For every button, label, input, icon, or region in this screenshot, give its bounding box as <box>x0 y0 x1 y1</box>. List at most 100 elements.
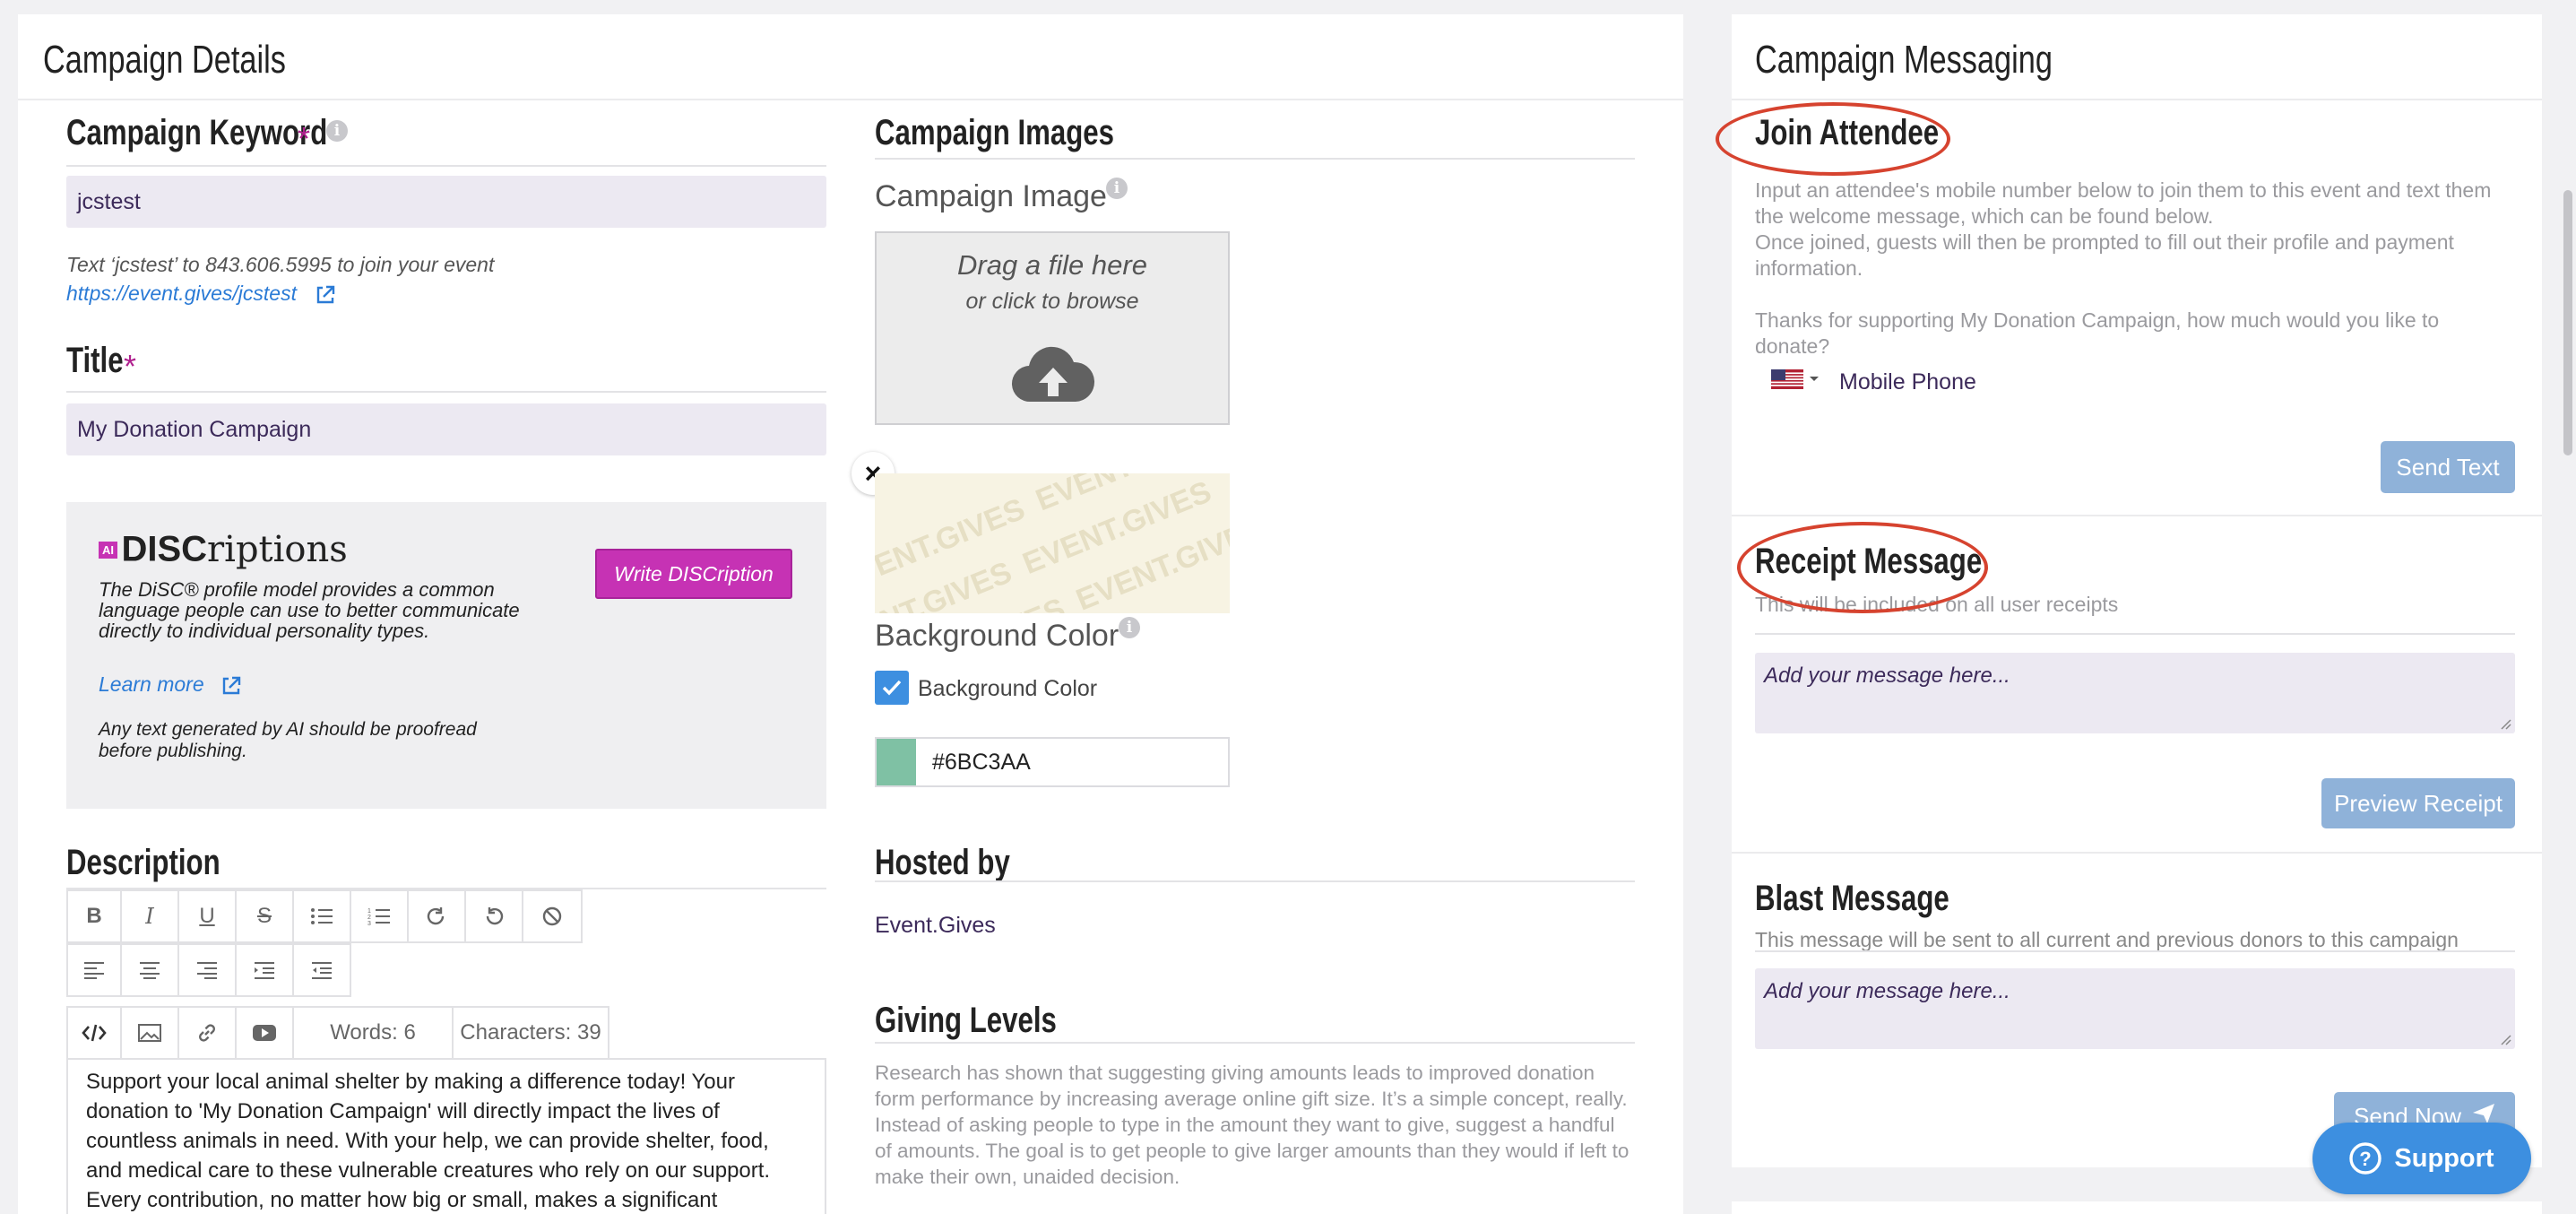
italic-button[interactable]: I <box>120 889 179 943</box>
insert-video-button[interactable] <box>235 1006 294 1060</box>
mobile-phone-input[interactable]: Mobile Phone <box>1839 369 1976 395</box>
align-left-button[interactable] <box>66 943 122 997</box>
background-color-checkbox[interactable] <box>875 671 909 705</box>
panel-title: Campaign Details <box>43 38 286 82</box>
divider <box>875 880 1635 882</box>
scrollbar-track[interactable] <box>2560 0 2576 1214</box>
insert-link-button[interactable] <box>177 1006 237 1060</box>
write-discription-button[interactable]: Write DISCription <box>595 549 792 599</box>
campaign-url[interactable]: https://event.gives/jcstest <box>66 282 297 305</box>
undo-icon <box>486 907 504 925</box>
country-code-selector[interactable] <box>1771 369 1820 389</box>
check-icon <box>882 680 902 696</box>
align-right-button[interactable] <box>177 943 237 997</box>
hosted-by-value[interactable]: Event.Gives <box>875 913 996 939</box>
discriptions-description: The DiSC® profile model provides a commo… <box>99 578 520 642</box>
giving-levels-label: Giving Levels <box>875 1001 1057 1040</box>
keyword-label-row: Campaign Keyword <box>66 113 401 153</box>
blast-label-row: Blast Message <box>1755 879 2004 919</box>
keyword-input[interactable]: jcstest <box>66 176 826 228</box>
description-editor[interactable]: Support your local animal shelter by mak… <box>66 1058 826 1214</box>
svg-text:2: 2 <box>367 915 371 921</box>
preview-receipt-button[interactable]: Preview Receipt <box>2321 778 2515 828</box>
required-mark: * <box>124 348 137 385</box>
clear-format-button[interactable] <box>522 889 583 943</box>
svg-text:3: 3 <box>367 921 371 926</box>
campaign-url-link[interactable]: https://event.gives/jcstest <box>66 282 336 306</box>
join-attendee-instructions: Input an attendee's mobile number below … <box>1755 178 2517 360</box>
panel-title: Campaign Messaging <box>1755 38 2053 82</box>
outdent-button[interactable] <box>292 943 351 997</box>
indent-button[interactable] <box>235 943 294 997</box>
redo-button[interactable] <box>407 889 466 943</box>
bullet-list-icon <box>311 908 333 924</box>
divider <box>1755 633 2515 635</box>
divider <box>1732 852 2542 854</box>
divider <box>66 391 826 393</box>
blast-message-label: Blast Message <box>1755 879 1949 918</box>
campaign-details-header: Campaign Details <box>18 14 1683 100</box>
learn-more-label[interactable]: Learn more <box>99 672 204 696</box>
align-center-icon <box>140 962 160 979</box>
cloud-upload-icon <box>1011 346 1095 403</box>
underline-button[interactable]: U <box>177 889 237 943</box>
info-icon[interactable]: i <box>1106 178 1128 199</box>
svg-text:?: ? <box>2360 1148 2372 1170</box>
color-hex-input[interactable]: #6BC3AA <box>932 750 1031 776</box>
watermark-pattern: EVENT.GIVES EVENT.GIVES EVENT.GIVES EVEN… <box>875 473 1230 613</box>
outdent-icon <box>312 962 332 979</box>
strikethrough-button[interactable]: S <box>235 889 294 943</box>
numbered-list-button[interactable]: 123 <box>350 889 409 943</box>
undo-button[interactable] <box>464 889 523 943</box>
dropzone-subtitle: or click to browse <box>965 289 1139 314</box>
external-link-icon[interactable] <box>315 284 336 306</box>
color-picker[interactable]: #6BC3AA <box>875 737 1230 787</box>
resize-handle-icon[interactable] <box>2497 715 2511 730</box>
clear-format-icon <box>542 906 562 926</box>
description-body[interactable]: Support your local animal shelter by mak… <box>68 1060 825 1214</box>
receipt-placeholder[interactable]: Add your message here... <box>1764 663 2010 688</box>
description-label: Description <box>66 843 220 882</box>
campaign-images-label: Campaign Images <box>875 113 1115 152</box>
link-icon <box>199 1024 215 1042</box>
description-label-row: Description <box>66 843 264 883</box>
color-swatch[interactable] <box>877 739 916 785</box>
chevron-down-icon <box>1810 377 1819 381</box>
svg-text:1: 1 <box>367 908 371 915</box>
divider <box>1732 515 2542 516</box>
align-center-button[interactable] <box>120 943 179 997</box>
send-text-button[interactable]: Send Text <box>2381 441 2515 493</box>
logo-rest: riptions <box>207 529 348 570</box>
annotation-oval <box>1716 102 1950 176</box>
campaign-images-label-row: Campaign Images <box>875 113 1181 153</box>
keyword-label: Campaign Keyword <box>66 113 328 152</box>
external-link-icon[interactable] <box>220 675 242 697</box>
required-mark: * <box>298 120 311 157</box>
image-icon <box>138 1024 161 1042</box>
blast-placeholder[interactable]: Add your message here... <box>1764 979 2010 1003</box>
welcome-message: Thanks for supporting My Donation Campai… <box>1755 308 2440 358</box>
info-icon[interactable]: i <box>1119 617 1140 638</box>
send-icon <box>2472 1104 2494 1123</box>
instruction-line: Input an attendee's mobile number below … <box>1755 178 2492 228</box>
scrollbar-thumb[interactable] <box>2563 190 2572 455</box>
instruction-line: Once joined, guests will then be prompte… <box>1755 230 2454 280</box>
bold-button[interactable]: B <box>66 889 122 943</box>
character-count: Characters: 39 <box>452 1006 609 1060</box>
support-button[interactable]: ? Support <box>2312 1123 2531 1194</box>
bullet-list-button[interactable] <box>292 889 351 943</box>
receipt-message-input[interactable]: Add your message here... <box>1755 653 2515 733</box>
help-icon: ? <box>2349 1142 2382 1175</box>
hosted-by-label-row: Hosted by <box>875 843 1048 883</box>
image-dropzone[interactable]: Drag a file here or click to browse <box>875 231 1230 425</box>
learn-more-link[interactable]: Learn more <box>99 672 242 697</box>
blast-message-input[interactable]: Add your message here... <box>1755 968 2515 1049</box>
info-icon[interactable]: i <box>326 120 348 142</box>
background-color-checkbox-label[interactable]: Background Color <box>918 676 1097 702</box>
insert-image-button[interactable] <box>120 1006 179 1060</box>
background-color-label: Background Color <box>875 619 1119 653</box>
support-label[interactable]: Support <box>2394 1144 2494 1174</box>
code-view-button[interactable] <box>66 1006 122 1058</box>
title-input[interactable]: My Donation Campaign <box>66 403 826 455</box>
resize-handle-icon[interactable] <box>2497 1031 2511 1045</box>
